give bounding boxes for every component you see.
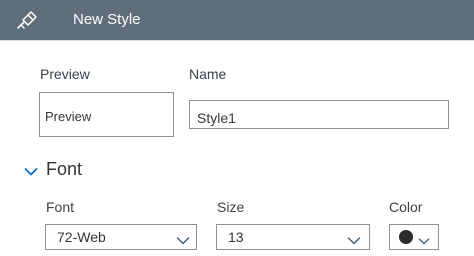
name-label: Name [189, 66, 227, 82]
chevron-down-icon [418, 233, 432, 245]
font-family-label: Font [46, 199, 75, 215]
color-swatch [399, 230, 413, 244]
paint-brush-icon[interactable] [15, 9, 39, 31]
font-size-value: 13 [228, 229, 244, 245]
font-family-value: 72-Web [57, 229, 106, 245]
font-section-toggle[interactable]: Font [22, 158, 122, 184]
preview-label: Preview [40, 66, 90, 82]
dialog-title: New Style [73, 11, 141, 28]
font-size-select[interactable]: 13 [216, 224, 370, 250]
style-preview-box: Preview [39, 92, 174, 137]
font-color-picker[interactable] [389, 224, 439, 250]
font-section-title: Font [46, 159, 83, 179]
chevron-down-icon [24, 164, 38, 176]
chevron-down-icon [347, 233, 361, 245]
dialog-header: New Style [0, 0, 474, 40]
font-family-select[interactable]: 72-Web [45, 224, 197, 250]
style-name-input[interactable] [189, 100, 449, 129]
font-color-label: Color [389, 199, 423, 215]
font-size-label: Size [217, 199, 245, 215]
chevron-down-icon [176, 233, 190, 245]
